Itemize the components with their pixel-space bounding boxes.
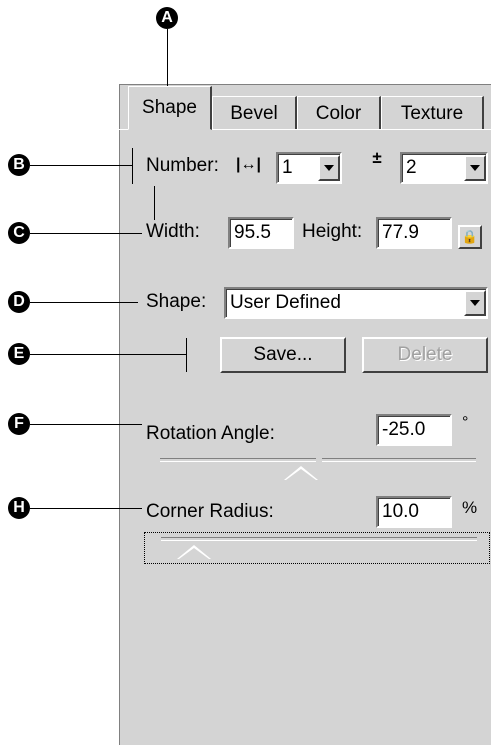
chevron-down-icon <box>470 300 480 306</box>
callout-b: B <box>8 154 30 176</box>
horizontal-count-dropdown-button[interactable] <box>318 155 340 181</box>
rotation-angle-label: Rotation Angle: <box>146 423 275 444</box>
rotation-slider-track-left[interactable] <box>160 458 316 462</box>
corner-radius-slider-focus[interactable] <box>144 532 490 564</box>
callout-c: C <box>8 222 30 244</box>
corner-radius-label: Corner Radius: <box>146 501 274 522</box>
callout-d-line <box>30 302 138 303</box>
shape-select-value: User Defined <box>230 292 341 313</box>
tab-shape[interactable]: Shape <box>128 86 212 130</box>
vertical-count-icon: ± <box>372 148 382 167</box>
callout-f: F <box>8 413 30 435</box>
vertical-count-dropdown-button[interactable] <box>464 155 486 181</box>
chevron-down-icon <box>470 165 480 171</box>
shape-label: Shape: <box>146 291 207 312</box>
shape-select[interactable]: User Defined <box>224 287 488 319</box>
callout-f-line <box>30 424 142 425</box>
callout-c-line <box>30 233 142 234</box>
rotation-unit: ° <box>462 414 469 431</box>
delete-button: Delete <box>362 337 488 373</box>
rotation-slider-thumb-shadow <box>286 469 316 480</box>
tab-color[interactable]: Color <box>297 96 381 130</box>
number-label: Number: <box>146 155 219 176</box>
callout-e: E <box>8 343 30 365</box>
height-input[interactable]: 77.9 <box>376 217 452 249</box>
horizontal-count-select[interactable]: 1 <box>276 152 342 184</box>
rotation-angle-input[interactable]: -25.0 <box>376 414 452 446</box>
callout-h-line <box>30 508 142 509</box>
callout-b-line <box>30 165 132 166</box>
shape-dropdown-button[interactable] <box>464 290 486 316</box>
width-input[interactable]: 95.5 <box>228 217 294 249</box>
horizontal-count-icon: |↔| <box>236 156 261 173</box>
lock-aspect-button[interactable]: 🔒 <box>458 225 482 249</box>
callout-c-tick <box>154 186 155 220</box>
callout-e-line <box>30 354 186 355</box>
horizontal-count-value: 1 <box>282 157 293 178</box>
callout-e-tick <box>186 338 187 372</box>
chevron-down-icon <box>324 165 334 171</box>
corner-radius-slider-track[interactable] <box>161 537 477 541</box>
tab-texture[interactable]: Texture <box>381 96 484 130</box>
callout-a: A <box>156 7 178 29</box>
callout-b-tick <box>132 148 133 184</box>
rotation-slider-track-right[interactable] <box>322 458 476 462</box>
height-label: Height: <box>302 221 363 242</box>
width-label: Width: <box>146 221 200 242</box>
lock-icon: 🔒 <box>461 229 479 244</box>
corner-radius-input[interactable]: 10.0 <box>376 496 452 528</box>
corner-radius-slider-thumb-shadow <box>179 548 209 559</box>
vertical-count-value: 2 <box>406 157 417 178</box>
callout-d: D <box>8 291 30 313</box>
save-button[interactable]: Save... <box>220 337 346 373</box>
tab-bevel[interactable]: Bevel <box>212 96 297 130</box>
callout-h: H <box>8 497 30 519</box>
corner-radius-unit: % <box>462 498 478 517</box>
vertical-count-select[interactable]: 2 <box>400 152 488 184</box>
